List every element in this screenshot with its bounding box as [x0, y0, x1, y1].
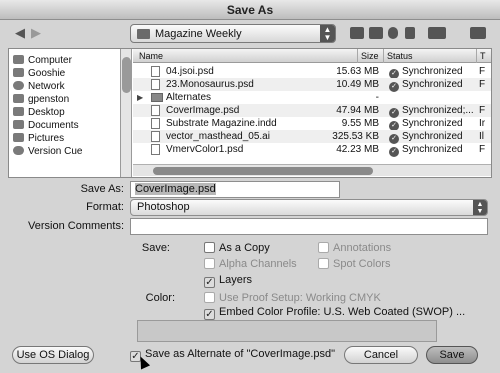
- save-as-dialog: Save As ◀ ▶ Magazine Weekly ▲ ▼ Computer …: [0, 0, 500, 373]
- version-comments-label: Version Comments:: [28, 220, 124, 232]
- psd-file-icon: [151, 105, 160, 116]
- column-separator: [357, 49, 358, 63]
- checkbox-box: [318, 242, 329, 253]
- file-row[interactable]: 04.jsoi.psd 15.63 MB ✓ Synchronized F: [133, 65, 491, 79]
- synchronized-check-icon: ✓: [389, 147, 399, 157]
- location-popup[interactable]: Magazine Weekly ▲ ▼: [130, 24, 336, 43]
- folder-icon: [151, 93, 163, 102]
- scroll-thumb[interactable]: [122, 57, 131, 93]
- pictures-icon: [13, 133, 24, 142]
- save-as-filename-input[interactable]: CoverImage.psd: [130, 181, 340, 198]
- file-row[interactable]: 23.Monosaurus.psd 10.49 MB ✓ Synchronized…: [133, 78, 491, 92]
- as-a-copy-checkbox[interactable]: As a Copy: [204, 242, 270, 255]
- file-browser: Computer Gooshie Network gpenston Deskto…: [8, 48, 492, 178]
- spot-colors-checkbox[interactable]: Spot Colors: [318, 258, 390, 271]
- sidebar-item-gooshie[interactable]: Gooshie: [13, 67, 65, 80]
- computer-icon: [13, 55, 24, 64]
- indd-file-icon: [151, 118, 160, 129]
- folder-icon: [137, 29, 150, 39]
- embed-color-profile-checkbox[interactable]: ✓ Embed Color Profile: U.S. Web Coated (S…: [204, 306, 465, 320]
- file-list: Name Size Status T 04.jsoi.psd 15.63 MB …: [133, 49, 491, 177]
- checkbox-box: [204, 242, 215, 253]
- location-label: Magazine Weekly: [155, 28, 242, 40]
- file-row[interactable]: vector_masthead_05.ai 325.53 KB ✓ Synchro…: [133, 130, 491, 144]
- sidebar-scrollbar[interactable]: [121, 49, 132, 177]
- ai-file-icon: [151, 131, 160, 142]
- action-icon[interactable]: [428, 27, 446, 39]
- sidebar-item-gpenston[interactable]: gpenston: [13, 93, 69, 106]
- column-separator: [476, 49, 477, 63]
- add-folder-icon[interactable]: [369, 27, 383, 39]
- column-header-type[interactable]: T: [480, 49, 486, 63]
- alpha-channels-checkbox[interactable]: Alpha Channels: [204, 258, 297, 271]
- save-as-alternate-checkbox[interactable]: ✓ Save as Alternate of "CoverImage.psd": [130, 348, 335, 362]
- toolbar: ◀ ▶ Magazine Weekly ▲ ▼: [0, 20, 500, 48]
- save-options-label: Save:: [141, 242, 170, 254]
- format-select[interactable]: Photoshop ▲ ▼: [130, 199, 488, 216]
- network-icon: [13, 81, 24, 90]
- checkbox-box: [204, 292, 215, 303]
- checkbox-box: [204, 258, 215, 269]
- checkmark-icon: ✓: [204, 277, 215, 288]
- version-comments-input[interactable]: [130, 218, 488, 235]
- column-header-name[interactable]: Name: [139, 49, 163, 63]
- layers-checkbox[interactable]: ✓ Layers: [204, 274, 252, 288]
- psd-file-icon: [151, 144, 160, 155]
- checkbox-box: [318, 258, 329, 269]
- psd-file-icon: [151, 66, 160, 77]
- sidebar: Computer Gooshie Network gpenston Deskto…: [9, 49, 121, 177]
- column-header-status[interactable]: Status: [387, 49, 413, 63]
- folder-row[interactable]: ▶ Alternates -: [133, 91, 491, 104]
- trash-icon[interactable]: [405, 27, 415, 39]
- version-cue-icon: [13, 146, 24, 155]
- save-button[interactable]: Save: [426, 346, 478, 364]
- window-title: Save As: [0, 0, 500, 20]
- drive-icon: [13, 68, 24, 77]
- view-options-icon[interactable]: [470, 27, 486, 39]
- horizontal-scrollbar[interactable]: [133, 164, 491, 176]
- format-label: Format:: [86, 201, 124, 213]
- popup-arrows-icon: ▲ ▼: [320, 25, 335, 42]
- annotations-checkbox[interactable]: Annotations: [318, 242, 391, 255]
- home-icon: [13, 94, 24, 103]
- disclosure-triangle-icon[interactable]: ▶: [137, 91, 143, 104]
- sidebar-item-version-cue[interactable]: Version Cue: [13, 145, 82, 158]
- sidebar-item-documents[interactable]: Documents: [13, 119, 79, 132]
- back-arrow-icon[interactable]: ◀: [12, 25, 28, 41]
- sidebar-item-network[interactable]: Network: [13, 80, 65, 93]
- psd-file-icon: [151, 79, 160, 90]
- documents-icon: [13, 120, 24, 129]
- cancel-button[interactable]: Cancel: [344, 346, 418, 364]
- forward-arrow-icon[interactable]: ▶: [28, 25, 44, 41]
- file-row[interactable]: Substrate Magazine.indd 9.55 MB ✓ Synchro…: [133, 117, 491, 131]
- use-proof-setup-checkbox[interactable]: Use Proof Setup: Working CMYK: [204, 292, 381, 305]
- refresh-icon[interactable]: [388, 27, 398, 39]
- popup-arrows-icon: ▲ ▼: [473, 200, 487, 215]
- use-os-dialog-button[interactable]: Use OS Dialog: [12, 346, 94, 364]
- column-header-size[interactable]: Size: [361, 49, 379, 63]
- scroll-thumb[interactable]: [153, 167, 373, 175]
- file-row[interactable]: CoverImage.psd 47.94 MB ✓ Synchronized;..…: [133, 104, 491, 118]
- file-row[interactable]: VmervColor1.psd 42.23 MB ✓ Synchronized F: [133, 143, 491, 157]
- sidebar-item-desktop[interactable]: Desktop: [13, 106, 65, 119]
- desktop-icon: [13, 107, 24, 116]
- warning-area: [137, 320, 437, 342]
- checkmark-icon: ✓: [204, 309, 215, 320]
- file-list-header: Name Size Status T: [133, 49, 491, 63]
- sidebar-item-computer[interactable]: Computer: [13, 54, 72, 67]
- column-separator: [383, 49, 384, 63]
- new-folder-icon[interactable]: [350, 27, 364, 39]
- sidebar-item-pictures[interactable]: Pictures: [13, 132, 64, 145]
- save-as-label: Save As:: [80, 183, 124, 195]
- color-options-label: Color:: [145, 292, 175, 304]
